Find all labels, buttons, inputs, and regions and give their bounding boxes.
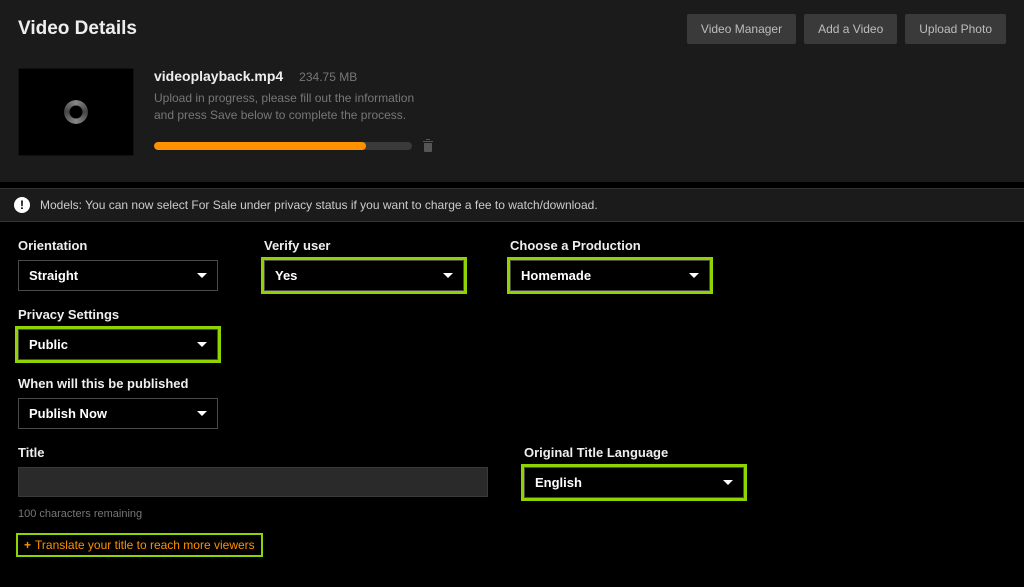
title-label: Title [18,445,488,460]
orientation-select[interactable]: Straight [18,260,218,291]
production-select[interactable]: Homemade [510,260,710,291]
privacy-value: Public [29,337,68,352]
verify-label: Verify user [264,238,464,253]
chevron-down-icon [197,411,207,416]
file-name: videoplayback.mp4 [154,68,283,84]
publish-select[interactable]: Publish Now [18,398,218,429]
alert-icon: ! [14,197,30,213]
privacy-label: Privacy Settings [18,307,218,322]
verify-select[interactable]: Yes [264,260,464,291]
banner-text: Models: You can now select For Sale unde… [40,198,598,212]
upload-progress-fill [154,142,366,150]
add-video-button[interactable]: Add a Video [804,14,897,44]
chevron-down-icon [689,273,699,278]
orientation-label: Orientation [18,238,218,253]
translate-title-link[interactable]: + Translate your title to reach more vie… [18,535,261,555]
loading-spinner-icon [64,100,88,124]
language-value: English [535,475,582,490]
chevron-down-icon [197,342,207,347]
upload-photo-button[interactable]: Upload Photo [905,14,1006,44]
chevron-down-icon [723,480,733,485]
language-label: Original Title Language [524,445,744,460]
title-input[interactable] [18,467,488,497]
upload-description: Upload in progress, please fill out the … [154,90,434,124]
verify-value: Yes [275,268,297,283]
file-size: 234.75 MB [299,70,357,84]
video-thumbnail [18,68,134,156]
page-title: Video Details [18,18,137,40]
chevron-down-icon [197,273,207,278]
production-label: Choose a Production [510,238,710,253]
privacy-select[interactable]: Public [18,329,218,360]
info-banner: ! Models: You can now select For Sale un… [0,188,1024,222]
chevron-down-icon [443,273,453,278]
plus-icon: + [24,538,31,552]
orientation-value: Straight [29,268,78,283]
title-hint: 100 characters remaining [18,508,488,520]
delete-upload-icon[interactable] [422,138,434,155]
video-manager-button[interactable]: Video Manager [687,14,796,44]
translate-link-text: Translate your title to reach more viewe… [35,538,255,552]
upload-progress-bar [154,142,412,150]
production-value: Homemade [521,268,591,283]
publish-value: Publish Now [29,406,107,421]
language-select[interactable]: English [524,467,744,498]
publish-label: When will this be published [18,376,218,391]
